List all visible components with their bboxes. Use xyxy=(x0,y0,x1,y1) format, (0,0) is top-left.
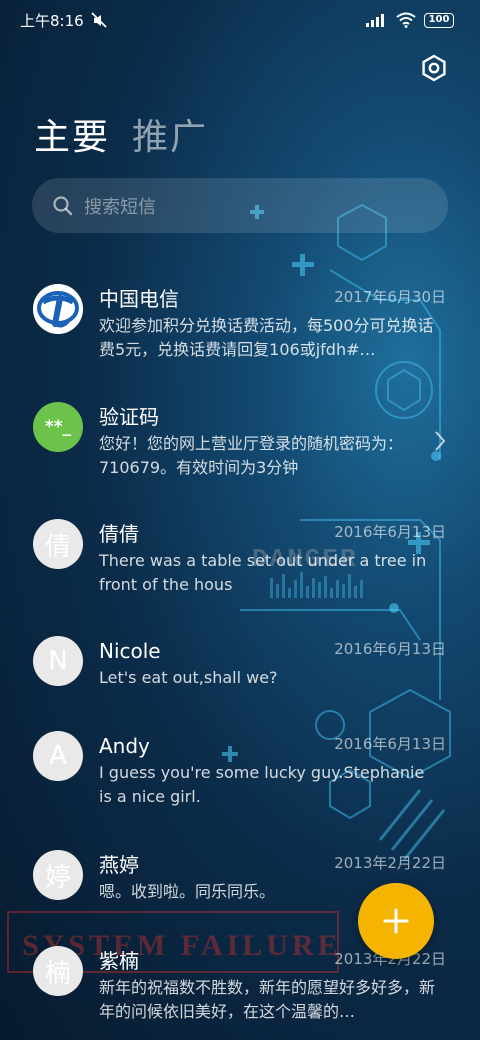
avatar: **_ xyxy=(33,402,83,452)
message-date: 2016年6月13日 xyxy=(334,640,446,658)
message-preview: 欢迎参加积分兑换话费活动，每500分可兑换话费5元，兑换话费请回复106或jfd… xyxy=(99,316,434,359)
message-date: 2017年6月30日 xyxy=(334,288,446,306)
chevron-right-icon xyxy=(435,431,446,451)
tab-promotions[interactable]: 推广 xyxy=(132,116,208,160)
mute-icon xyxy=(91,12,107,28)
message-date: 2016年6月13日 xyxy=(334,523,446,541)
contact-name: 燕婷 xyxy=(99,853,139,877)
compose-button[interactable] xyxy=(358,883,434,959)
list-item[interactable]: 倩 倩倩 2016年6月13日 There was a table set ou… xyxy=(0,519,480,629)
tab-primary[interactable]: 主要 xyxy=(34,116,110,160)
list-item[interactable]: 楠 紫楠 2013年2月22日 新年的祝福数不胜数，新年的愿望好多好多，新年的问… xyxy=(0,946,480,1040)
list-item[interactable]: **_ 验证码 您好！您的网上营业厅登录的随机密码为：710679。有效时间为3… xyxy=(0,402,480,512)
avatar xyxy=(33,284,83,334)
contact-name: Andy xyxy=(99,734,150,758)
avatar: 楠 xyxy=(33,946,83,996)
search-icon xyxy=(53,195,73,215)
china-telecom-logo-icon xyxy=(33,284,83,334)
tab-bar: 主要 推广 xyxy=(34,116,208,160)
hexagon-gear-icon xyxy=(422,54,446,82)
list-item[interactable]: A Andy 2016年6月13日 I guess you're some lu… xyxy=(0,731,480,841)
status-time: 上午8:16 xyxy=(20,11,84,30)
list-item[interactable]: 中国电信 2017年6月30日 欢迎参加积分兑换话费活动，每500分可兑换话费5… xyxy=(0,284,480,394)
message-date: 2016年6月13日 xyxy=(334,735,446,753)
contact-name: 验证码 xyxy=(99,405,159,429)
message-preview: Let's eat out,shall we? xyxy=(99,668,278,687)
message-preview: 新年的祝福数不胜数，新年的愿望好多好多，新年的问候依旧美好，在这个温馨的… xyxy=(99,978,436,1021)
message-preview: I guess you're some lucky guy.Stephanie … xyxy=(99,763,425,806)
signal-icon xyxy=(366,14,384,27)
message-preview: 您好！您的网上营业厅登录的随机密码为：710679。有效时间为3分钟 xyxy=(99,434,404,477)
search-input[interactable]: 搜索短信 xyxy=(32,178,448,233)
contact-name: Nicole xyxy=(99,639,161,663)
message-preview: There was a table set out under a tree i… xyxy=(99,551,427,594)
wifi-icon xyxy=(396,12,416,28)
battery-indicator: 100 xyxy=(424,12,454,28)
list-item[interactable]: N Nicole 2016年6月13日 Let's eat out,shall … xyxy=(0,636,480,746)
contact-name: 紫楠 xyxy=(99,949,139,973)
avatar: 婷 xyxy=(33,850,83,900)
contact-name: 倩倩 xyxy=(99,522,139,546)
status-bar: 上午8:16 100 xyxy=(0,0,480,40)
avatar: 倩 xyxy=(33,519,83,569)
avatar: A xyxy=(33,731,83,781)
message-date: 2013年2月22日 xyxy=(334,854,446,872)
avatar: N xyxy=(33,636,83,686)
plus-icon xyxy=(383,908,409,934)
search-placeholder: 搜索短信 xyxy=(84,196,156,218)
settings-button[interactable] xyxy=(418,52,450,84)
contact-name: 中国电信 xyxy=(99,287,179,311)
